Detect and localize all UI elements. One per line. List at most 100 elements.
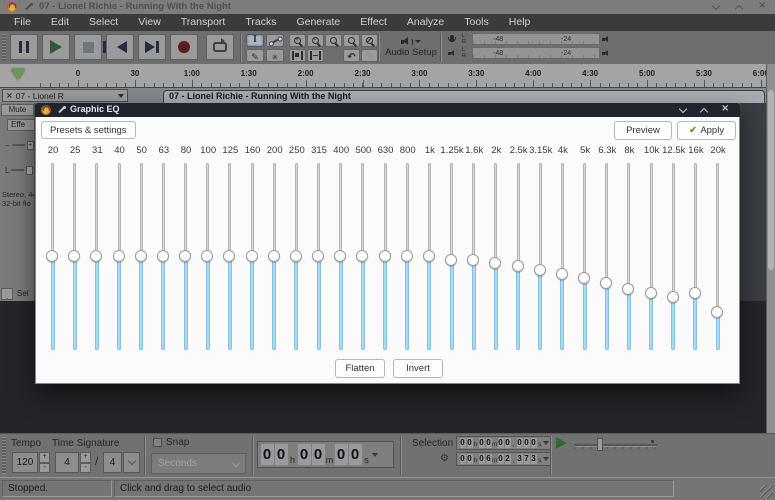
- vertical-scrollbar-thumb[interactable]: [768, 90, 774, 270]
- audio-position-display[interactable]: 00h00m00s: [257, 441, 394, 468]
- chevron-down-icon[interactable]: [372, 452, 378, 457]
- timeline-ruler[interactable]: 0 30 1:00 1:30 2:00 2:30 3:00 3:30 4:00 4:30 5:00 5…: [0, 64, 775, 88]
- redo-button[interactable]: [361, 49, 378, 62]
- eq-slider-thumb-1k[interactable]: [422, 250, 435, 262]
- vertical-scrollbar[interactable]: [766, 64, 775, 433]
- menu-item-analyze[interactable]: Analyze: [397, 14, 454, 31]
- eq-slider-thumb-31[interactable]: [90, 250, 103, 262]
- speed-slider-thumb[interactable]: [597, 438, 603, 451]
- tempo-spinner[interactable]: + -: [39, 452, 50, 473]
- tempo-field[interactable]: 120: [12, 452, 38, 473]
- minimize-button[interactable]: [711, 1, 721, 12]
- gear-icon[interactable]: ⚙: [440, 453, 449, 464]
- collapse-track-button[interactable]: [1, 288, 13, 300]
- recording-meter[interactable]: LR -48 -24: [444, 33, 614, 46]
- recording-meter-bar[interactable]: -48 -24: [472, 33, 600, 45]
- dialog-titlebar[interactable]: Graphic EQ ×: [35, 103, 740, 117]
- time-signature-lower-field[interactable]: 4: [103, 452, 122, 473]
- clip-title-bar[interactable]: 07 - Lionel Richie - Running With the Ni…: [163, 90, 765, 103]
- eq-slider-thumb-2.5k[interactable]: [511, 260, 524, 273]
- eq-slider-thumb-8k[interactable]: [622, 282, 635, 295]
- multi-tool-button[interactable]: [266, 49, 284, 62]
- track-tab[interactable]: × 07 - Lionel R: [2, 89, 128, 102]
- select-track-button[interactable]: Sel: [17, 289, 29, 298]
- ts-increment-button[interactable]: +: [80, 452, 91, 463]
- eq-slider-thumb-6.3k[interactable]: [600, 277, 613, 290]
- close-button[interactable]: ×: [757, 0, 767, 12]
- menu-item-select[interactable]: Select: [79, 14, 128, 31]
- zoom-toggle-button[interactable]: [361, 34, 378, 47]
- dialog-close-button[interactable]: ×: [720, 103, 730, 115]
- envelope-tool-button[interactable]: [266, 34, 284, 47]
- eq-slider-thumb-800[interactable]: [400, 250, 413, 262]
- eq-slider-thumb-1.6k[interactable]: [467, 253, 480, 266]
- eq-slider-thumb-10k[interactable]: [644, 287, 657, 300]
- resize-grip[interactable]: [760, 485, 773, 498]
- pan-slider-groove[interactable]: [11, 169, 25, 171]
- time-signature-spinner[interactable]: + -: [80, 452, 91, 473]
- snap-checkbox[interactable]: [153, 438, 162, 447]
- eq-slider-thumb-5k[interactable]: [578, 272, 591, 285]
- ts-decrement-button[interactable]: -: [80, 462, 91, 473]
- gain-slider-groove[interactable]: [11, 144, 25, 146]
- eq-slider-thumb-1.25k[interactable]: [445, 253, 458, 266]
- play-button[interactable]: [42, 34, 70, 60]
- selection-tool-button[interactable]: I: [246, 34, 264, 47]
- skip-start-button[interactable]: [103, 34, 134, 60]
- chevron-down-icon[interactable]: [543, 457, 549, 461]
- eq-slider-thumb-250[interactable]: [289, 250, 302, 262]
- mute-button[interactable]: Mute: [1, 104, 34, 116]
- audio-setup-button[interactable]: Audio Setup: [382, 33, 440, 62]
- stop-button[interactable]: [74, 34, 102, 60]
- zoom-to-fit-button[interactable]: [343, 34, 360, 47]
- silence-audio-button[interactable]: [307, 49, 324, 62]
- timeline-marker-icon[interactable]: [11, 69, 25, 80]
- eq-slider-thumb-200[interactable]: [267, 250, 280, 262]
- eq-slider-thumb-315[interactable]: [312, 250, 325, 262]
- transport-toolbar-grip[interactable]: [2, 34, 6, 61]
- eq-slider-thumb-16k[interactable]: [688, 286, 701, 299]
- eq-slider-thumb-3.15k[interactable]: [533, 264, 546, 276]
- dialog-minimize-button[interactable]: [678, 104, 688, 115]
- presets-settings-button[interactable]: Presets & settings: [41, 121, 136, 139]
- menu-item-effect[interactable]: Effect: [350, 14, 397, 31]
- eq-slider-thumb-12.5k[interactable]: [666, 291, 679, 304]
- eq-slider-thumb-160[interactable]: [245, 250, 258, 262]
- menu-item-file[interactable]: File: [4, 14, 41, 31]
- eq-slider-thumb-80[interactable]: [179, 250, 192, 262]
- selection-end-field[interactable]: 00h06m02,373s: [456, 452, 552, 466]
- skip-end-button[interactable]: [138, 34, 166, 60]
- playback-meter-bar[interactable]: -48 -24: [472, 47, 600, 59]
- eq-slider-thumb-2k[interactable]: [489, 256, 502, 269]
- dialog-maximize-button[interactable]: [699, 105, 709, 116]
- pan-slider-thumb[interactable]: [26, 165, 34, 175]
- snap-unit-dropdown[interactable]: Seconds: [151, 453, 246, 474]
- eq-slider-thumb-630[interactable]: [378, 250, 391, 262]
- zoom-in-button[interactable]: +: [289, 34, 306, 47]
- effects-button[interactable]: Effe: [7, 119, 34, 131]
- pan-slider[interactable]: L: [5, 165, 34, 175]
- eq-slider-thumb-500[interactable]: [356, 250, 369, 262]
- tempo-increment-button[interactable]: +: [39, 452, 50, 463]
- eq-slider-thumb-4k[interactable]: [555, 267, 568, 280]
- eq-slider-thumb-400[interactable]: [334, 250, 347, 262]
- track-menu-icon[interactable]: [118, 93, 124, 98]
- trim-audio-button[interactable]: [289, 49, 306, 62]
- apply-button[interactable]: Apply: [677, 121, 736, 140]
- menu-item-tools[interactable]: Tools: [454, 14, 499, 31]
- pause-button[interactable]: [10, 34, 38, 60]
- gain-slider[interactable]: − +: [5, 140, 34, 150]
- time-signature-upper-field[interactable]: 4: [55, 452, 79, 473]
- eq-slider-thumb-50[interactable]: [134, 250, 147, 262]
- loop-button[interactable]: [206, 34, 234, 60]
- draw-tool-button[interactable]: [246, 49, 264, 62]
- menu-item-tracks[interactable]: Tracks: [235, 14, 286, 31]
- menu-item-help[interactable]: Help: [499, 14, 541, 31]
- playback-meter[interactable]: LR -48 -24: [444, 47, 614, 60]
- tempo-decrement-button[interactable]: -: [39, 462, 50, 473]
- eq-slider-thumb-63[interactable]: [156, 250, 169, 262]
- undo-button[interactable]: [343, 49, 360, 62]
- play-at-speed-button[interactable]: [556, 437, 567, 449]
- eq-slider-thumb-100[interactable]: [201, 250, 214, 262]
- speed-slider-groove[interactable]: [575, 444, 657, 446]
